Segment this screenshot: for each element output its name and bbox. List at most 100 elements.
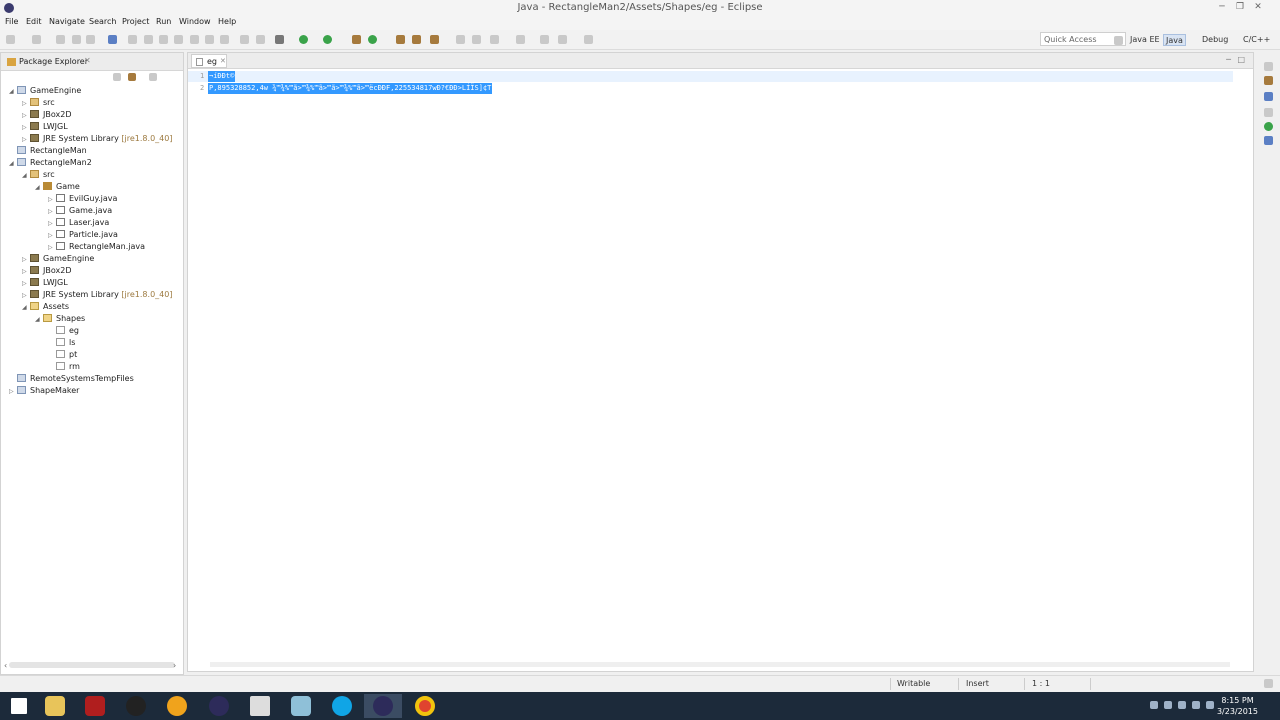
- step-return-icon[interactable]: [220, 35, 229, 44]
- taskbar-skype[interactable]: [323, 694, 361, 718]
- javadoc-icon[interactable]: [1264, 92, 1273, 101]
- task-list-icon[interactable]: [1264, 136, 1273, 145]
- minimize-editor-icon[interactable]: ─: [1226, 55, 1231, 64]
- taskbar-eclipse-1[interactable]: [200, 694, 238, 718]
- scroll-right-icon[interactable]: ›: [173, 661, 176, 670]
- open-task-icon[interactable]: [430, 35, 439, 44]
- new-icon[interactable]: [6, 35, 15, 44]
- perspective-java[interactable]: Java: [1163, 34, 1186, 46]
- network-icon[interactable]: [1206, 701, 1214, 709]
- menu-search[interactable]: Search: [89, 17, 116, 26]
- menu-project[interactable]: Project: [122, 17, 149, 26]
- new-java-class-icon[interactable]: [368, 35, 377, 44]
- volume-icon[interactable]: [1192, 701, 1200, 709]
- network-share-icon[interactable]: [1164, 701, 1172, 709]
- external-tools-icon[interactable]: [352, 35, 361, 44]
- print-icon[interactable]: [72, 35, 81, 44]
- tree-item-rectangleman-java[interactable]: ▷ RectangleMan.java: [48, 241, 145, 253]
- tree-item-remote-systems[interactable]: RemoteSystemsTempFiles: [9, 373, 134, 385]
- tree-item-game-java[interactable]: ▷ Game.java: [48, 205, 112, 217]
- tree-item-lwjgl[interactable]: ▷ LWJGL: [22, 121, 68, 133]
- suspend-icon[interactable]: [144, 35, 153, 44]
- maximize-button[interactable]: ❐: [1232, 1, 1248, 13]
- terminal-icon[interactable]: [86, 35, 95, 44]
- forward-icon[interactable]: [584, 35, 593, 44]
- tree-item-jre-library[interactable]: ▷ JRE System Library [jre1.8.0_40]: [22, 133, 172, 145]
- skip-breakpoints-icon[interactable]: [108, 35, 117, 44]
- tree-item-gameengine-lib[interactable]: ▷ GameEngine: [22, 253, 94, 265]
- progress-icon[interactable]: [1264, 679, 1273, 688]
- search-icon[interactable]: [412, 35, 421, 44]
- minimize-button[interactable]: ─: [1214, 1, 1230, 13]
- terminate-icon[interactable]: [159, 35, 168, 44]
- menu-window[interactable]: Window: [179, 17, 211, 26]
- tree-item-eg[interactable]: eg: [48, 325, 79, 337]
- collapse-all-icon[interactable]: [113, 73, 121, 81]
- tree-item-laser-java[interactable]: ▷ Laser.java: [48, 217, 109, 229]
- close-button[interactable]: ✕: [1250, 1, 1266, 13]
- perspective-java-ee[interactable]: Java EE: [1128, 34, 1162, 46]
- tree-item-jbox2d[interactable]: ▷ JBox2D: [22, 109, 71, 121]
- debug-config-icon[interactable]: [275, 35, 284, 44]
- horizontal-scrollbar[interactable]: [9, 662, 175, 668]
- tree-item-particle-java[interactable]: ▷ Particle.java: [48, 229, 118, 241]
- taskbar-chrome[interactable]: [406, 694, 444, 718]
- menu-run[interactable]: Run: [156, 17, 171, 26]
- toggle-mark-occurrences-icon[interactable]: [456, 35, 465, 44]
- menu-edit[interactable]: Edit: [26, 17, 42, 26]
- close-icon[interactable]: ✕: [84, 56, 91, 65]
- coverage-icon[interactable]: [323, 35, 332, 44]
- taskbar-shutdown-app[interactable]: [76, 694, 114, 718]
- open-perspective-icon[interactable]: [1114, 36, 1123, 45]
- link-with-editor-icon[interactable]: [128, 73, 136, 81]
- tree-item-rectangleman2[interactable]: ◢ RectangleMan2: [9, 157, 92, 169]
- tree-item-evilguy-java[interactable]: ▷ EvilGuy.java: [48, 193, 117, 205]
- show-hidden-icons[interactable]: [1150, 701, 1158, 709]
- taskbar-eclipse-2[interactable]: [364, 694, 402, 718]
- taskbar-clock[interactable]: 8:15 PM 3/23/2015: [1217, 695, 1258, 717]
- perspective-cpp[interactable]: C/C++: [1241, 34, 1272, 46]
- taskbar-notepad[interactable]: [282, 694, 320, 718]
- editor-horizontal-scrollbar[interactable]: [210, 662, 1230, 667]
- show-whitespace-icon[interactable]: [472, 35, 481, 44]
- tree-item-jre-library[interactable]: ▷ JRE System Library [jre1.8.0_40]: [22, 289, 172, 301]
- tree-item-rm[interactable]: rm: [48, 361, 80, 373]
- taskbar-file-explorer[interactable]: [36, 694, 74, 718]
- next-annotation-icon[interactable]: [490, 35, 499, 44]
- last-edit-location-icon[interactable]: [540, 35, 549, 44]
- taskbar-audio-app[interactable]: [158, 694, 196, 718]
- taskbar-unity[interactable]: [241, 694, 279, 718]
- step-over-icon[interactable]: [205, 35, 214, 44]
- resume-icon[interactable]: [128, 35, 137, 44]
- code-line-2[interactable]: 2 P,895328852,4w ¾™¾%™ã>™¾%™ã>™ã>™¾%™ã>™…: [188, 83, 1233, 94]
- open-type-icon[interactable]: [396, 35, 405, 44]
- maximize-editor-icon[interactable]: □: [1237, 55, 1245, 64]
- previous-annotation-icon[interactable]: [516, 35, 525, 44]
- tree-item-shapes[interactable]: ◢ Shapes: [35, 313, 85, 325]
- tree-item-rectangleman[interactable]: RectangleMan: [9, 145, 87, 157]
- outline-icon[interactable]: [1264, 62, 1273, 71]
- menu-navigate[interactable]: Navigate: [49, 17, 85, 26]
- start-button[interactable]: [0, 694, 38, 718]
- tree-item-lwjgl[interactable]: ▷ LWJGL: [22, 277, 68, 289]
- tree-item-game-package[interactable]: ◢ Game: [35, 181, 80, 193]
- tree-item-jbox2d[interactable]: ▷ JBox2D: [22, 265, 71, 277]
- declaration-icon[interactable]: [1264, 108, 1273, 117]
- disconnect-icon[interactable]: [174, 35, 183, 44]
- perspective-debug[interactable]: Debug: [1200, 34, 1230, 46]
- close-tab-icon[interactable]: ✕: [220, 57, 226, 65]
- action-center-icon[interactable]: [1178, 701, 1186, 709]
- view-menu-icon[interactable]: [149, 73, 157, 81]
- save-icon[interactable]: [32, 35, 41, 44]
- menu-help[interactable]: Help: [218, 17, 236, 26]
- tree-item-src[interactable]: ◢ src: [22, 169, 55, 181]
- scroll-left-icon[interactable]: ‹: [4, 661, 7, 670]
- use-step-filters-icon[interactable]: [256, 35, 265, 44]
- save-all-icon[interactable]: [56, 35, 65, 44]
- package-explorer-tab[interactable]: Package Explorer ✕: [1, 53, 183, 71]
- taskbar-obs[interactable]: [117, 694, 155, 718]
- drop-to-frame-icon[interactable]: [240, 35, 249, 44]
- step-into-icon[interactable]: [190, 35, 199, 44]
- code-line-1[interactable]: 1 ¬íÐÐt©: [188, 71, 1233, 82]
- tree-item-gameengine[interactable]: ◢ GameEngine: [9, 85, 81, 97]
